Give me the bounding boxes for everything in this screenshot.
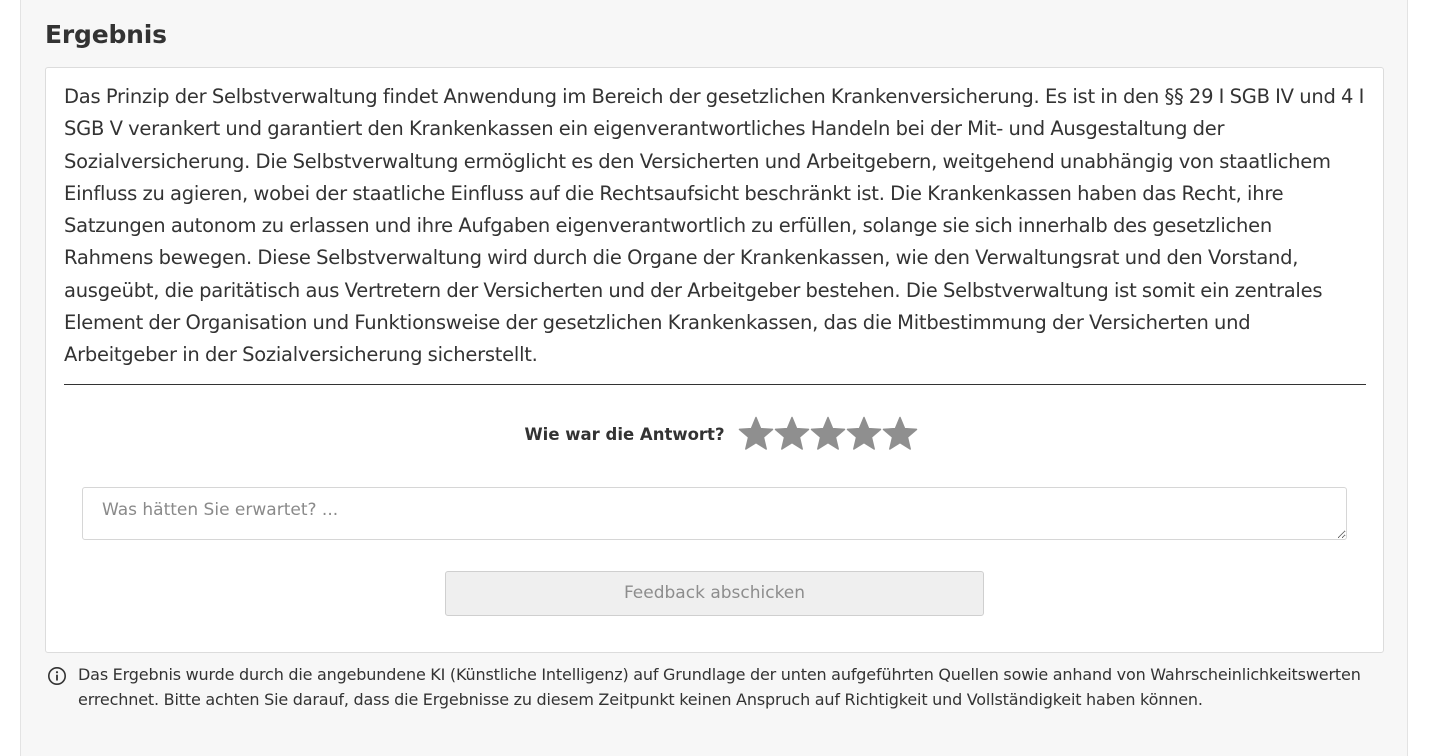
disclaimer: Das Ergebnis wurde durch die angebundene… [47, 663, 1397, 712]
answer-text: Das Prinzip der Selbstverwaltung findet … [64, 85, 1365, 367]
rating-label: Wie war die Antwort? [524, 424, 725, 444]
star-4-icon[interactable] [845, 415, 883, 453]
feedback-textarea[interactable] [82, 487, 1347, 540]
rating-row: Wie war die Antwort? [46, 412, 1383, 456]
star-rating [737, 415, 917, 453]
star-1-icon[interactable] [737, 415, 775, 453]
feedback-submit-button[interactable]: Feedback abschicken [445, 571, 984, 616]
result-card: Das Prinzip der Selbstverwaltung findet … [45, 67, 1384, 653]
star-3-icon[interactable] [809, 415, 847, 453]
star-5-icon[interactable] [881, 415, 919, 453]
result-heading: Ergebnis [45, 20, 167, 49]
disclaimer-text: Das Ergebnis wurde durch die angebundene… [78, 665, 1361, 709]
info-icon [47, 666, 67, 686]
divider [64, 384, 1366, 385]
star-2-icon[interactable] [773, 415, 811, 453]
result-panel: Ergebnis Das Prinzip der Selbstverwaltun… [20, 0, 1408, 756]
